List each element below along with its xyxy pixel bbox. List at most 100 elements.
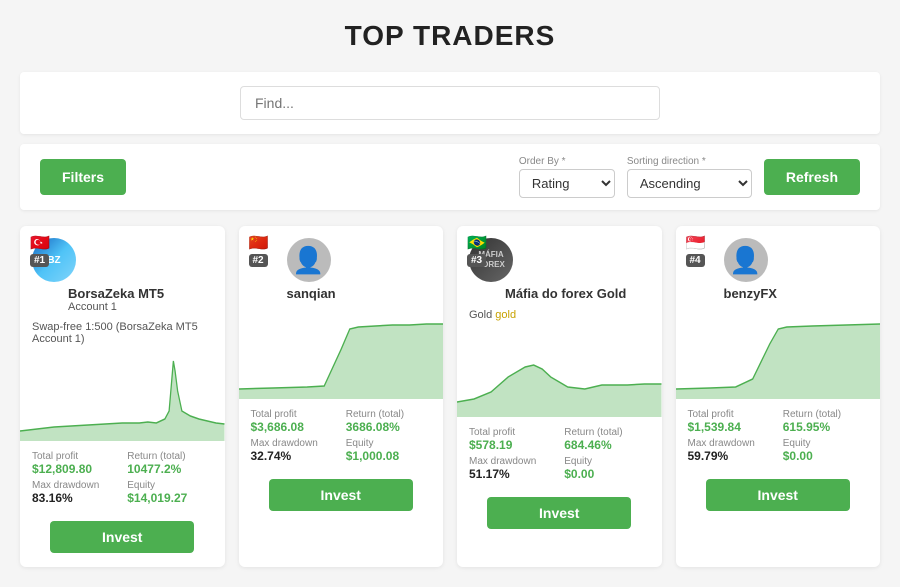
trader-subtitle: Account 1 <box>68 301 213 313</box>
max-drawdown-value: 83.16% <box>32 491 117 505</box>
page-wrapper: TOP TRADERS Filters Order By * Rating Pr… <box>0 0 900 587</box>
trader-card: 🇹🇷 #1 BZ BorsaZeka MT5 Account 1 Swap-fr… <box>20 226 225 567</box>
filters-button[interactable]: Filters <box>40 159 126 195</box>
card-description: Gold gold <box>457 309 662 327</box>
invest-button[interactable]: Invest <box>487 497 631 529</box>
rank-badge: #2 <box>249 254 268 267</box>
equity-label: Equity <box>127 480 212 491</box>
max-drawdown-group: Max drawdown 59.79% <box>688 438 773 463</box>
avatar: 👤 <box>287 238 331 282</box>
chart-area <box>676 309 881 399</box>
equity-label: Equity <box>346 438 431 449</box>
chart-area <box>457 327 662 417</box>
equity-value: $0.00 <box>783 449 868 463</box>
card-header: 🇸🇬 #4 👤 benzyFX <box>676 226 881 309</box>
chart-area <box>239 309 444 399</box>
flag-badge: 🇹🇷 <box>30 236 50 252</box>
total-profit-group: Total profit $12,809.80 <box>32 451 117 476</box>
total-profit-value: $1,539.84 <box>688 420 773 434</box>
toolbar: Filters Order By * Rating Profit Return … <box>20 144 880 210</box>
max-drawdown-label: Max drawdown <box>688 438 773 449</box>
return-total-label: Return (total) <box>346 409 431 420</box>
return-total-value: 684.46% <box>564 438 649 452</box>
max-drawdown-group: Max drawdown 51.17% <box>469 456 554 481</box>
return-total-value: 10477.2% <box>127 462 212 476</box>
max-drawdown-value: 32.74% <box>251 449 336 463</box>
search-input[interactable] <box>240 86 660 120</box>
total-profit-value: $578.19 <box>469 438 554 452</box>
trader-card: 🇸🇬 #4 👤 benzyFX Total profit $1,539.84 R… <box>676 226 881 567</box>
trader-card: 🇧🇷 #3 MÁFIAFOREX Máfia do forex Gold Gol… <box>457 226 662 567</box>
card-stats: Total profit $1,539.84 Return (total) 61… <box>676 399 881 469</box>
equity-group: Equity $0.00 <box>783 438 868 463</box>
total-profit-value: $3,686.08 <box>251 420 336 434</box>
return-total-group: Return (total) 3686.08% <box>346 409 431 434</box>
return-total-group: Return (total) 684.46% <box>564 427 649 452</box>
order-by-label: Order By * <box>519 156 615 167</box>
total-profit-group: Total profit $578.19 <box>469 427 554 452</box>
page-title: TOP TRADERS <box>20 20 880 52</box>
rank-badge: #4 <box>686 254 705 267</box>
refresh-button[interactable]: Refresh <box>764 159 860 195</box>
invest-btn-wrap: Invest <box>239 469 444 525</box>
max-drawdown-group: Max drawdown 32.74% <box>251 438 336 463</box>
equity-group: Equity $14,019.27 <box>127 480 212 505</box>
return-total-label: Return (total) <box>783 409 868 420</box>
avatar-icon: 👤 <box>292 247 324 273</box>
card-stats: Total profit $578.19 Return (total) 684.… <box>457 417 662 487</box>
rank-badge: #3 <box>467 254 486 267</box>
equity-group: Equity $0.00 <box>564 456 649 481</box>
card-header: 🇧🇷 #3 MÁFIAFOREX Máfia do forex Gold <box>457 226 662 309</box>
invest-button[interactable]: Invest <box>269 479 413 511</box>
total-profit-label: Total profit <box>469 427 554 438</box>
equity-group: Equity $1,000.08 <box>346 438 431 463</box>
trader-name: sanqian <box>287 286 432 301</box>
max-drawdown-value: 51.17% <box>469 467 554 481</box>
card-header: 🇹🇷 #1 BZ BorsaZeka MT5 Account 1 <box>20 226 225 321</box>
return-total-label: Return (total) <box>127 451 212 462</box>
total-profit-label: Total profit <box>688 409 773 420</box>
invest-btn-wrap: Invest <box>676 469 881 525</box>
order-by-group: Order By * Rating Profit Return <box>519 156 615 198</box>
chart-area <box>20 351 225 441</box>
card-description: Swap-free 1:500 (BorsaZeka MT5 Account 1… <box>20 321 225 351</box>
return-total-group: Return (total) 10477.2% <box>127 451 212 476</box>
invest-button[interactable]: Invest <box>50 521 194 553</box>
rank-badge: #1 <box>30 254 49 267</box>
invest-button[interactable]: Invest <box>706 479 850 511</box>
avatar: 👤 <box>724 238 768 282</box>
card-header: 🇨🇳 #2 👤 sanqian <box>239 226 444 309</box>
trader-name: benzyFX <box>724 286 869 301</box>
total-profit-label: Total profit <box>251 409 336 420</box>
total-profit-label: Total profit <box>32 451 117 462</box>
invest-btn-wrap: Invest <box>457 487 662 543</box>
total-profit-group: Total profit $3,686.08 <box>251 409 336 434</box>
max-drawdown-label: Max drawdown <box>251 438 336 449</box>
return-total-value: 3686.08% <box>346 420 431 434</box>
traders-grid: 🇹🇷 #1 BZ BorsaZeka MT5 Account 1 Swap-fr… <box>20 226 880 567</box>
flag-badge: 🇸🇬 <box>686 236 706 252</box>
max-drawdown-group: Max drawdown 83.16% <box>32 480 117 505</box>
total-profit-value: $12,809.80 <box>32 462 117 476</box>
invest-btn-wrap: Invest <box>20 511 225 567</box>
toolbar-right: Order By * Rating Profit Return Sorting … <box>519 156 860 198</box>
trader-name: BorsaZeka MT5 <box>68 286 213 301</box>
total-profit-group: Total profit $1,539.84 <box>688 409 773 434</box>
search-bar-container <box>20 72 880 134</box>
trader-name: Máfia do forex Gold <box>505 286 650 301</box>
return-total-value: 615.95% <box>783 420 868 434</box>
card-stats: Total profit $3,686.08 Return (total) 36… <box>239 399 444 469</box>
sorting-direction-select[interactable]: Ascending Descending <box>627 169 752 198</box>
card-stats: Total profit $12,809.80 Return (total) 1… <box>20 441 225 511</box>
equity-label: Equity <box>783 438 868 449</box>
equity-value: $0.00 <box>564 467 649 481</box>
trader-card: 🇨🇳 #2 👤 sanqian Total profit $3,686.08 R… <box>239 226 444 567</box>
max-drawdown-label: Max drawdown <box>469 456 554 467</box>
equity-label: Equity <box>564 456 649 467</box>
flag-badge: 🇨🇳 <box>249 236 269 252</box>
avatar-icon: 👤 <box>729 247 761 273</box>
flag-badge: 🇧🇷 <box>467 236 487 252</box>
sorting-direction-label: Sorting direction * <box>627 156 752 167</box>
order-by-select[interactable]: Rating Profit Return <box>519 169 615 198</box>
return-total-label: Return (total) <box>564 427 649 438</box>
